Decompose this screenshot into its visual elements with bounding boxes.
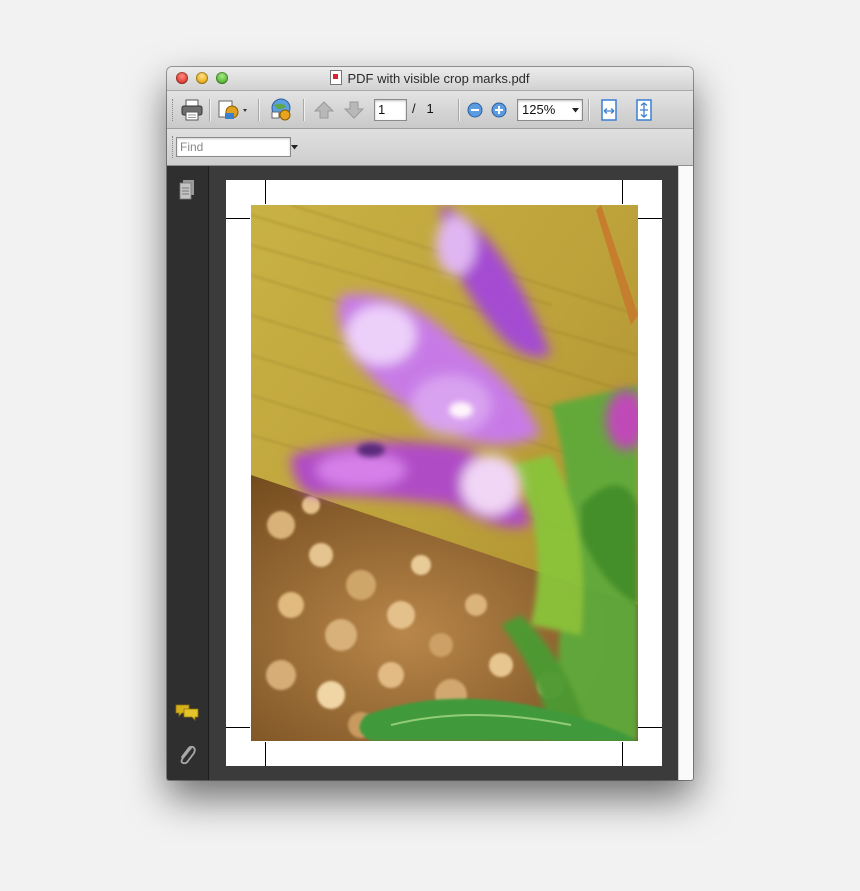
zoom-in-icon <box>491 102 507 118</box>
find-options-chevron-icon[interactable] <box>291 145 298 150</box>
flower-photo-illustration <box>251 205 638 741</box>
fit-page-button[interactable] <box>632 98 656 122</box>
arrow-down-icon <box>343 101 365 119</box>
pdf-document-icon <box>330 70 343 85</box>
arrow-up-icon <box>313 101 335 119</box>
share-menu-button[interactable] <box>215 98 251 122</box>
find-bar: Find <box>167 129 693 166</box>
title-bar[interactable]: PDF with visible crop marks.pdf <box>167 67 693 91</box>
main-toolbar: 1 / 1 125% <box>167 91 693 129</box>
page-total: 1 <box>426 101 434 116</box>
page-count: / 1 <box>412 101 434 116</box>
print-button[interactable] <box>179 98 205 122</box>
crop-mark <box>622 180 623 204</box>
chevron-down-icon <box>572 108 579 113</box>
navigation-sidebar <box>167 166 209 780</box>
zoom-level-value: 125% <box>522 102 556 117</box>
zoom-out-button[interactable] <box>466 98 484 122</box>
globe-icon <box>271 98 291 121</box>
page-number-input[interactable]: 1 <box>374 99 407 121</box>
vertical-scrollbar[interactable] <box>678 166 693 780</box>
toolbar-separator <box>588 99 589 121</box>
page-separator: / <box>412 101 416 116</box>
toolbar-separator <box>303 99 304 121</box>
toolbar-separator <box>209 99 210 121</box>
window-title: PDF with visible crop marks.pdf <box>347 71 530 86</box>
crop-mark <box>226 218 250 219</box>
toolbar-separator <box>258 99 259 121</box>
toolbar-grip <box>172 99 175 121</box>
crop-mark <box>638 727 662 728</box>
crop-mark <box>226 727 250 728</box>
zoom-level-select[interactable]: 125% <box>517 99 583 121</box>
fit-width-button[interactable] <box>597 98 621 122</box>
fit-page-icon <box>636 99 652 121</box>
document-view[interactable] <box>209 166 693 780</box>
share-icon <box>218 100 247 119</box>
printer-icon <box>181 99 203 121</box>
pdf-page <box>226 180 662 766</box>
crop-mark <box>638 218 662 219</box>
previous-page-button[interactable] <box>312 98 336 122</box>
zoom-out-icon <box>467 102 483 118</box>
crop-mark <box>265 180 266 204</box>
zoom-in-button[interactable] <box>490 98 508 122</box>
findbar-grip <box>172 136 175 158</box>
pages-icon[interactable] <box>178 179 196 201</box>
crop-mark <box>265 742 266 766</box>
toolbar-separator <box>458 99 459 121</box>
next-page-button[interactable] <box>342 98 366 122</box>
paperclip-icon[interactable] <box>177 742 197 766</box>
web-button[interactable] <box>267 98 295 122</box>
crop-mark <box>622 742 623 766</box>
comments-icon[interactable] <box>175 703 199 723</box>
window-title-wrap: PDF with visible crop marks.pdf <box>167 70 693 86</box>
fit-width-icon <box>601 99 617 121</box>
pdf-window: PDF with visible crop marks.pdf 1 / 1 12… <box>167 67 693 780</box>
flower-photo <box>251 205 638 741</box>
find-input[interactable]: Find <box>176 137 291 157</box>
